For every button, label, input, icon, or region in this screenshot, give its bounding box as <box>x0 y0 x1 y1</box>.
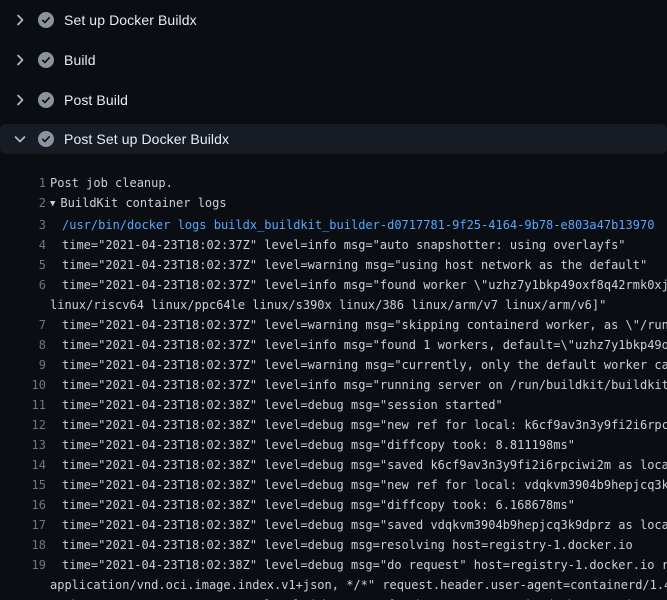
log-line: 10 time="2021-04-23T18:02:37Z" level=info… <box>0 375 667 395</box>
log-line: 4 time="2021-04-23T18:02:37Z" level=info … <box>0 235 667 255</box>
log-line-number[interactable]: 17 <box>0 515 46 535</box>
log-line-text: time="2021-04-23T18:02:38Z" level=debug … <box>62 475 667 495</box>
log-line-text: time="2021-04-23T18:02:38Z" level=debug … <box>62 395 503 415</box>
log-line-number[interactable]: 4 <box>0 235 46 255</box>
check-circle-icon <box>38 92 54 108</box>
log-command-text: /usr/bin/docker logs buildx_buildkit_bui… <box>62 215 654 235</box>
log-line-text: application/vnd.oci.image.index.v1+json,… <box>50 575 667 595</box>
log-line: 17 time="2021-04-23T18:02:38Z" level=debu… <box>0 515 667 535</box>
log-output: 1Post job cleanup.2▼ BuildKit container l… <box>0 158 667 600</box>
log-line: 3/usr/bin/docker logs buildx_buildkit_bu… <box>0 215 667 235</box>
step-label: Set up Docker Buildx <box>64 12 197 28</box>
log-line-text: time="2021-04-23T18:02:38Z" level=debug … <box>62 555 667 575</box>
log-line-text: time="2021-04-23T18:02:38Z" level=debug … <box>62 455 667 475</box>
log-viewer: Set up Docker Buildx Build Post Build Po… <box>0 0 667 600</box>
log-line: 15 time="2021-04-23T18:02:38Z" level=debu… <box>0 475 667 495</box>
step-label: Build <box>64 52 96 68</box>
log-line: 20 time="2021-04-23T18:02:38Z" level=debu… <box>0 595 667 600</box>
log-line-number[interactable]: 12 <box>0 415 46 435</box>
step-row-post-build[interactable]: Post Build <box>0 80 667 120</box>
log-line-number[interactable]: 15 <box>0 475 46 495</box>
log-line-text: time="2021-04-23T18:02:37Z" level=warnin… <box>62 355 667 375</box>
log-line-text: time="2021-04-23T18:02:38Z" level=debug … <box>62 495 575 515</box>
log-line: 9 time="2021-04-23T18:02:37Z" level=warni… <box>0 355 667 375</box>
log-line-text: Post job cleanup. <box>50 173 173 193</box>
log-line: 18 time="2021-04-23T18:02:38Z" level=debu… <box>0 535 667 555</box>
log-line: 7 time="2021-04-23T18:02:37Z" level=warni… <box>0 315 667 335</box>
log-line-text: time="2021-04-23T18:02:37Z" level=info m… <box>62 375 667 395</box>
log-line-number[interactable]: 1 <box>0 173 46 193</box>
log-line: 14 time="2021-04-23T18:02:38Z" level=debu… <box>0 455 667 475</box>
log-line-number <box>0 575 46 595</box>
check-circle-icon <box>38 12 54 28</box>
step-row-post-setup-docker-buildx[interactable]: Post Set up Docker Buildx <box>0 124 667 154</box>
log-line-text: time="2021-04-23T18:02:38Z" level=debug … <box>62 435 575 455</box>
step-label: Post Set up Docker Buildx <box>64 131 229 147</box>
chevron-down-icon <box>12 131 28 147</box>
log-line: 11 time="2021-04-23T18:02:38Z" level=debu… <box>0 395 667 415</box>
log-line-number[interactable]: 7 <box>0 315 46 335</box>
check-circle-icon <box>38 52 54 68</box>
log-line-number[interactable]: 19 <box>0 555 46 575</box>
group-expanded-triangle-icon[interactable]: ▼ <box>50 194 55 214</box>
log-group-toggle[interactable]: ▼ BuildKit container logs <box>50 193 227 215</box>
log-line: 5 time="2021-04-23T18:02:37Z" level=warni… <box>0 255 667 275</box>
log-line-number[interactable]: 3 <box>0 215 46 235</box>
log-line-number[interactable]: 9 <box>0 355 46 375</box>
log-line: 19 time="2021-04-23T18:02:38Z" level=debu… <box>0 555 667 575</box>
log-line-number[interactable]: 20 <box>0 595 46 600</box>
log-line-number[interactable]: 6 <box>0 275 46 295</box>
log-line: linux/riscv64 linux/ppc64le linux/s390x … <box>0 295 667 315</box>
log-line: 12 time="2021-04-23T18:02:38Z" level=debu… <box>0 415 667 435</box>
log-line-text: time="2021-04-23T18:02:37Z" level=warnin… <box>62 315 667 335</box>
log-line-number <box>0 295 46 315</box>
step-row-build[interactable]: Build <box>0 40 667 80</box>
step-label: Post Build <box>64 92 128 108</box>
log-line-text: time="2021-04-23T18:02:38Z" level=debug … <box>62 415 667 435</box>
log-line-text: time="2021-04-23T18:02:38Z" level=debug … <box>62 595 667 600</box>
group-label: BuildKit container logs <box>60 196 226 210</box>
log-line-text: time="2021-04-23T18:02:38Z" level=debug … <box>62 535 633 555</box>
log-line: application/vnd.oci.image.index.v1+json,… <box>0 575 667 595</box>
log-line-text: time="2021-04-23T18:02:37Z" level=warnin… <box>62 255 647 275</box>
log-line: 6 time="2021-04-23T18:02:37Z" level=info … <box>0 275 667 295</box>
log-line: 16 time="2021-04-23T18:02:38Z" level=debu… <box>0 495 667 515</box>
chevron-right-icon <box>12 12 28 28</box>
log-line-number[interactable]: 5 <box>0 255 46 275</box>
log-line-number[interactable]: 10 <box>0 375 46 395</box>
log-line-number[interactable]: 14 <box>0 455 46 475</box>
log-line: 1Post job cleanup. <box>0 173 667 193</box>
log-line-number[interactable]: 18 <box>0 535 46 555</box>
log-line-text: time="2021-04-23T18:02:38Z" level=debug … <box>62 515 667 535</box>
log-line-text: linux/riscv64 linux/ppc64le linux/s390x … <box>50 295 606 315</box>
log-line-number[interactable]: 2 <box>0 193 46 215</box>
log-line-number[interactable]: 8 <box>0 335 46 355</box>
log-line-text: time="2021-04-23T18:02:37Z" level=info m… <box>62 235 626 255</box>
log-line-number[interactable]: 13 <box>0 435 46 455</box>
chevron-right-icon <box>12 52 28 68</box>
log-line-number[interactable]: 16 <box>0 495 46 515</box>
log-line-text: time="2021-04-23T18:02:37Z" level=info m… <box>62 335 667 355</box>
log-line: 8 time="2021-04-23T18:02:37Z" level=info … <box>0 335 667 355</box>
log-line-number[interactable]: 11 <box>0 395 46 415</box>
log-line-text: time="2021-04-23T18:02:37Z" level=info m… <box>62 275 667 295</box>
step-row-setup-docker-buildx[interactable]: Set up Docker Buildx <box>0 0 667 40</box>
check-circle-icon <box>38 131 54 147</box>
log-line: 2▼ BuildKit container logs <box>0 193 667 215</box>
chevron-right-icon <box>12 92 28 108</box>
log-line: 13 time="2021-04-23T18:02:38Z" level=debu… <box>0 435 667 455</box>
